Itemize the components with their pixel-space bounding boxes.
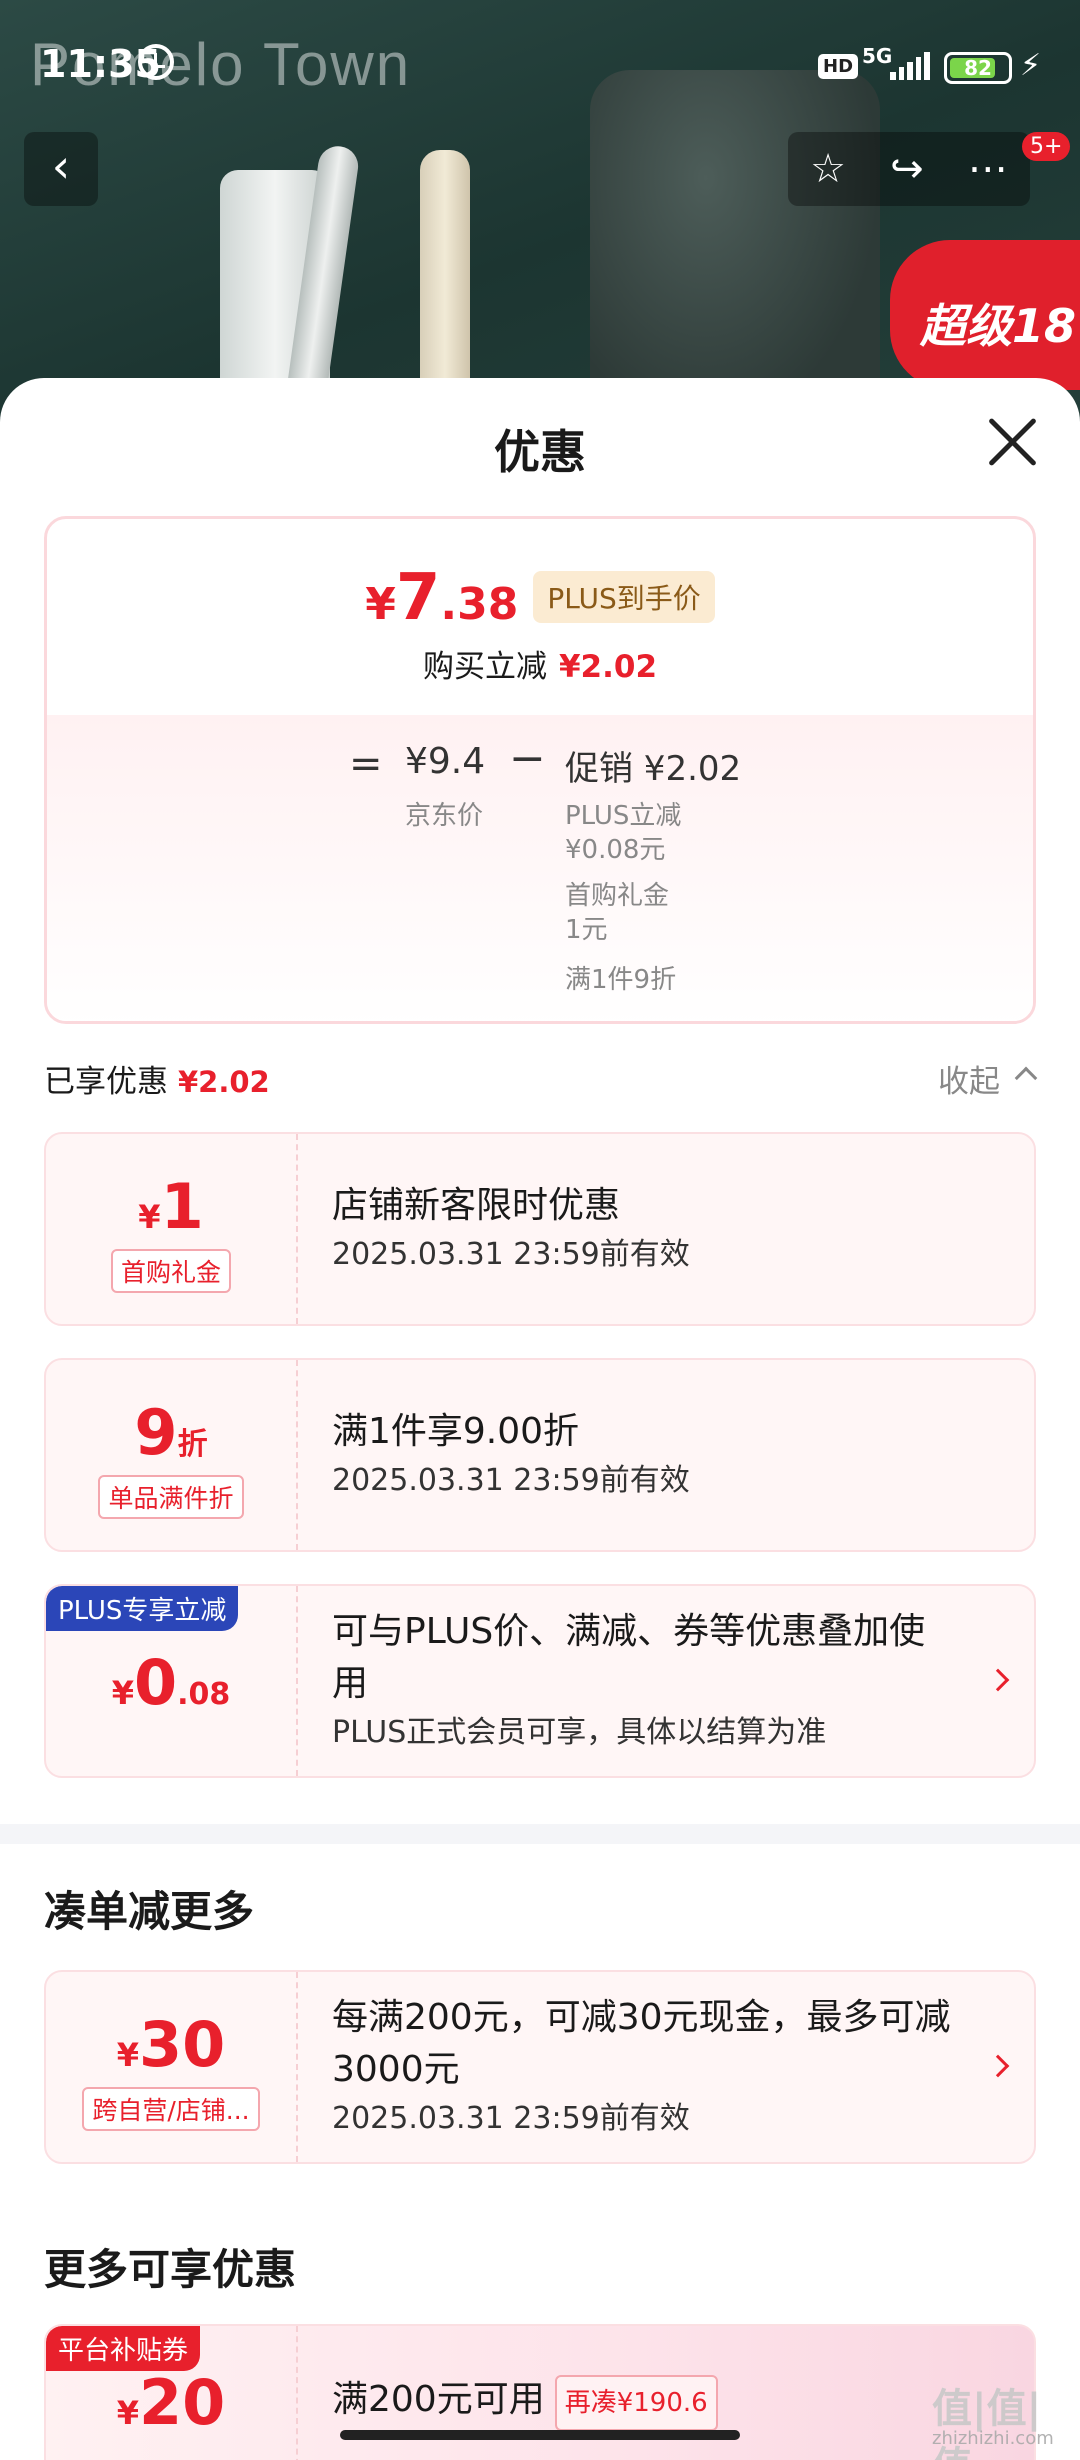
chevron-right-icon[interactable] [986, 1668, 1010, 1692]
section-divider [0, 1824, 1080, 1844]
close-icon[interactable] [984, 414, 1040, 470]
plus-price-tag: PLUS到手价 [533, 571, 715, 623]
jd-price: ¥9.4 [405, 741, 486, 782]
coupon-title: 每满200元，可减30元现金，最多可减3000元 [332, 1997, 951, 2090]
final-price: ¥7.38 [365, 561, 519, 635]
price-summary-card: ¥7.38 PLUS到手价 购买立减 ¥2.02 = ¥9.4 京东价 − 促销 … [44, 516, 1036, 1024]
stack-more-tag: 再凑¥190.6 [554, 2375, 718, 2431]
promo-line: 满1件9折 [565, 965, 677, 995]
alarm-icon [138, 44, 174, 80]
equals-sign: = [349, 741, 383, 787]
back-button[interactable]: ‹ [24, 132, 98, 206]
promo-line: 首购礼金 [565, 881, 670, 911]
battery-percent: 82 [964, 56, 992, 80]
favorite-icon[interactable]: ☆ [810, 146, 846, 192]
coupon-type-tag: 跨自营/店铺... [82, 2087, 260, 2131]
promo-banner-tag[interactable]: 超级18 [890, 240, 1080, 390]
top-actions: ☆ ↪ ⋯ [788, 132, 1030, 206]
collapse-button[interactable]: 收起 [938, 1056, 1000, 1101]
promo-total: 促销 ¥2.02 [565, 749, 742, 789]
instant-reduce: 购买立减 ¥2.02 [422, 649, 658, 685]
minus-sign: − [509, 733, 546, 784]
coupon-card[interactable]: ¥30 跨自营/店铺... 每满200元，可减30元现金，最多可减3000元 2… [44, 1970, 1036, 2164]
site-watermark-url: zhizhizhi.com [932, 2428, 1054, 2449]
coupon-amount: ¥0.08 [111, 1646, 231, 1719]
chevron-up-icon[interactable] [1014, 1066, 1038, 1090]
coupon-validity: 2025.03.31 23:59前有效 [332, 1237, 690, 1272]
promo-line: ¥0.08元 [565, 835, 666, 865]
more-icon[interactable]: ⋯ [968, 146, 1008, 192]
coupon-note: PLUS正式会员可享，具体以结算为准 [332, 1715, 827, 1750]
status-bar: 11:35 HD 5G 82 ⚡ [0, 0, 1080, 130]
coupon-title: 可与PLUS价、满减、券等优惠叠加使用 [332, 1611, 926, 1704]
coupon-card[interactable]: 9折 单品满件折 满1件享9.00折 2025.03.31 23:59前有效 [44, 1358, 1036, 1552]
section-title: 更多可享优惠 [44, 2245, 297, 2294]
hd-icon: HD [818, 54, 859, 79]
section-title: 凑单减更多 [44, 1887, 255, 1936]
share-icon[interactable]: ↪ [890, 146, 924, 192]
coupon-type-tag: 单品满件折 [98, 1475, 244, 1519]
coupon-title: 店铺新客限时优惠 [332, 1185, 621, 1226]
promo-line: PLUS立减 [565, 801, 682, 831]
coupon-card[interactable]: PLUS专享立减 ¥0.08 可与PLUS价、满减、券等优惠叠加使用 PLUS正… [44, 1584, 1036, 1778]
enjoyed-discount: 已享优惠 ¥2.02 [44, 1064, 270, 1100]
coupon-type-tag: 首购礼金 [110, 1249, 231, 1293]
coupon-amount: ¥1 [138, 1170, 204, 1243]
battery-icon: 82 [944, 52, 1012, 84]
coupon-validity: 2025.03.31 23:59前有效 [332, 2101, 690, 2136]
chevron-right-icon[interactable] [986, 2054, 1010, 2078]
notification-badge: 5+ [1022, 132, 1071, 161]
coupon-validity: 2025.03.31 23:59前有效 [332, 1463, 690, 1498]
coupon-title: 满200元可用 再凑¥190.6 [332, 2374, 954, 2431]
network-type: 5G [862, 44, 893, 68]
home-indicator[interactable] [340, 2430, 740, 2440]
discount-sheet: 优惠 ¥7.38 PLUS到手价 购买立减 ¥2.02 = ¥9.4 京东价 − … [0, 378, 1080, 2460]
coupon-card[interactable]: ¥1 首购礼金 店铺新客限时优惠 2025.03.31 23:59前有效 [44, 1132, 1036, 1326]
charging-icon: ⚡ [1020, 48, 1042, 83]
promo-line: 1元 [565, 915, 608, 945]
coupon-amount: 9折 [134, 1396, 208, 1469]
jd-price-label: 京东价 [405, 801, 484, 831]
coupon-title: 满1件享9.00折 [332, 1411, 580, 1452]
coupon-amount: ¥30 [116, 2008, 226, 2081]
sheet-title: 优惠 [494, 425, 586, 479]
coupon-amount: ¥20 [116, 2366, 226, 2439]
signal-icon [890, 52, 930, 80]
